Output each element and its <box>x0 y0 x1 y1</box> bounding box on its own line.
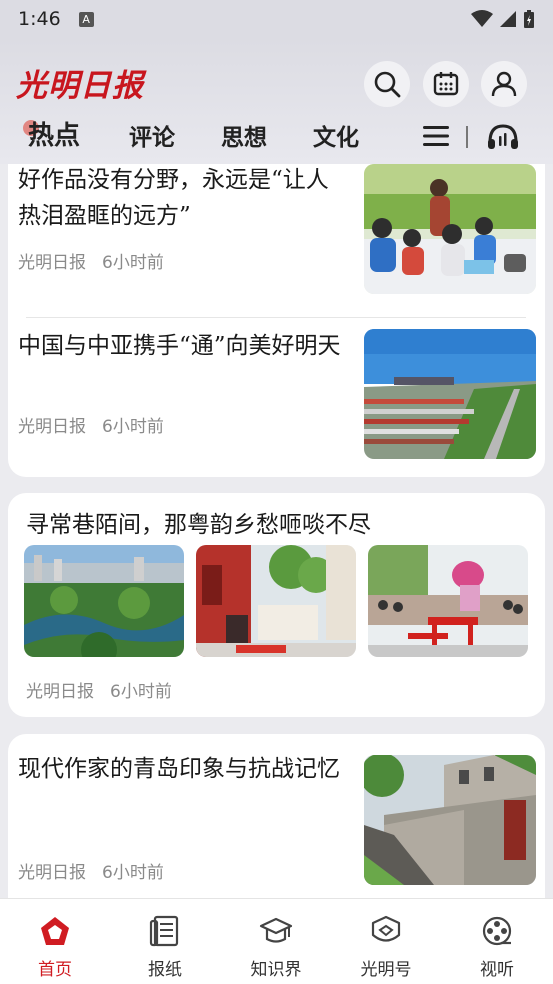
railway-port-photo <box>364 329 536 459</box>
search-icon <box>374 71 401 98</box>
news-thumbnail[interactable] <box>364 755 536 885</box>
graduation-cap-icon <box>259 917 293 943</box>
news-thumbnail[interactable] <box>364 164 536 294</box>
news-title[interactable]: 好作品没有分野，永远是“让人热泪盈眶的远方” <box>18 164 346 234</box>
wifi-icon <box>471 10 493 27</box>
news-item[interactable]: 中国与中亚携手“通”向美好明天 光明日报 6小时前 <box>8 309 545 477</box>
news-meta: 光明日报 6小时前 <box>18 248 164 273</box>
news-title[interactable]: 现代作家的青岛印象与抗战记忆 <box>18 751 346 787</box>
newspaper-icon <box>149 915 179 947</box>
nav-label: 光明号 <box>360 960 412 980</box>
status-time: 1:46 <box>18 8 61 30</box>
menu-icon <box>423 126 449 146</box>
signal-icon <box>500 11 516 27</box>
news-thumbnail[interactable] <box>364 329 536 459</box>
app-logo[interactable]: 光明日报 <box>16 60 144 105</box>
news-time: 6小时前 <box>102 417 164 437</box>
news-time: 6小时前 <box>110 682 172 702</box>
lion-dance-photo <box>368 545 528 657</box>
calendar-button[interactable] <box>423 61 469 107</box>
home-icon <box>41 917 69 945</box>
nav-label: 首页 <box>38 960 72 980</box>
qingdao-house-photo <box>364 755 536 885</box>
app-header: 光明日报 热点 评论 思想 文化 <box>0 38 553 164</box>
news-card: 好作品没有分野，永远是“让人热泪盈眶的远方” 光明日报 6小时前 中国与中亚携手… <box>8 164 545 477</box>
tab-hot[interactable]: 热点 <box>28 115 80 152</box>
headphones-icon <box>488 124 518 149</box>
news-feed[interactable]: 好作品没有分野，永远是“让人热泪盈眶的远方” 光明日报 6小时前 中国与中亚携手… <box>0 164 553 898</box>
tab-divider <box>466 126 468 148</box>
badge-icon <box>371 915 401 942</box>
notification-icon: A <box>78 11 94 27</box>
classroom-photo <box>364 164 536 294</box>
audio-button[interactable] <box>486 122 520 154</box>
news-time: 6小时前 <box>102 253 164 273</box>
news-source: 光明日报 <box>18 863 86 883</box>
news-thumbnail[interactable] <box>368 545 528 657</box>
nav-label: 知识界 <box>250 960 302 980</box>
news-source: 光明日报 <box>18 417 86 437</box>
nav-home[interactable]: 首页 <box>15 915 95 980</box>
category-tabs: 热点 评论 思想 文化 <box>0 112 553 162</box>
news-item[interactable]: 好作品没有分野，永远是“让人热泪盈眶的远方” 光明日报 6小时前 <box>8 164 545 304</box>
nav-label: 报纸 <box>148 960 182 980</box>
nav-knowledge[interactable]: 知识界 <box>236 915 316 980</box>
news-title[interactable]: 寻常巷陌间，那粤韵乡愁咂啖不尽 <box>26 505 371 539</box>
tab-thought[interactable]: 思想 <box>221 118 267 152</box>
nav-guangming-hao[interactable]: 光明号 <box>346 915 426 980</box>
news-time: 6小时前 <box>102 863 164 883</box>
news-thumbnail[interactable] <box>24 545 184 657</box>
tab-culture[interactable]: 文化 <box>313 118 359 152</box>
search-button[interactable] <box>364 61 410 107</box>
river-town-aerial-photo <box>24 545 184 657</box>
news-card[interactable]: 现代作家的青岛印象与抗战记忆 光明日报 6小时前 <box>8 734 545 898</box>
film-reel-icon <box>482 916 512 946</box>
news-meta: 光明日报 6小时前 <box>26 677 172 702</box>
tab-commentary[interactable]: 评论 <box>129 118 175 152</box>
status-bar: 1:46 A <box>0 0 553 38</box>
profile-button[interactable] <box>481 61 527 107</box>
news-card[interactable]: 寻常巷陌间，那粤韵乡愁咂啖不尽 光明日报 6小时前 <box>8 493 545 717</box>
news-source: 光明日报 <box>26 682 94 702</box>
battery-icon <box>524 10 534 28</box>
news-meta: 光明日报 6小时前 <box>18 412 164 437</box>
bottom-navigation: 首页 报纸 知识界 光明号 视听 <box>0 898 553 984</box>
calendar-icon <box>433 72 459 96</box>
nav-newspaper[interactable]: 报纸 <box>125 915 205 980</box>
news-title[interactable]: 中国与中亚携手“通”向美好明天 <box>18 328 346 364</box>
news-thumbnail[interactable] <box>196 545 356 657</box>
news-meta: 光明日报 6小时前 <box>18 858 164 883</box>
news-source: 光明日报 <box>18 253 86 273</box>
channel-menu-button[interactable] <box>422 124 450 152</box>
old-street-photo <box>196 545 356 657</box>
profile-icon <box>491 71 517 97</box>
nav-audio-video[interactable]: 视听 <box>457 915 537 980</box>
nav-label: 视听 <box>480 960 514 980</box>
